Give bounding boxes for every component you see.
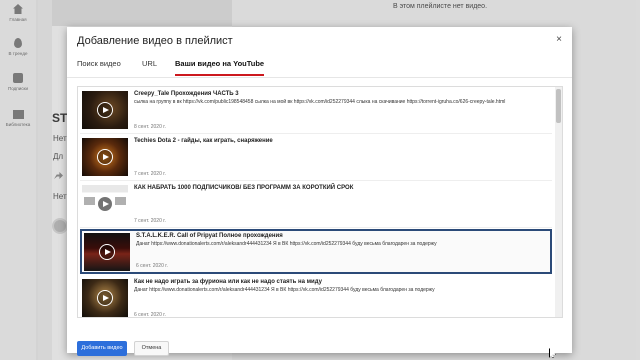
play-icon (97, 102, 113, 118)
video-list-item[interactable]: Techies Dota 2 - гайды, как играть, снар… (80, 136, 552, 181)
add-video-button[interactable]: Добавить видео (77, 341, 127, 356)
thumbnail-tile (84, 197, 95, 205)
video-thumbnail (84, 233, 130, 271)
scrollbar[interactable] (555, 87, 562, 317)
cancel-button[interactable]: Отмена (134, 341, 169, 356)
dialog-title: Добавление видео в плейлист (77, 35, 233, 47)
play-icon (97, 149, 113, 165)
video-thumbnail (82, 185, 128, 223)
video-title: Techies Dota 2 - гайды, как играть, снар… (134, 138, 273, 144)
video-list-item[interactable]: КАК НАБРАТЬ 1000 ПОДПИСЧИКОВ/ БЕЗ ПРОГРА… (80, 183, 552, 228)
video-list-item-selected[interactable]: S.T.A.L.K.E.R. Call of Pripyat Полное пр… (80, 229, 552, 274)
tab-video-search[interactable]: Поиск видео (77, 59, 121, 74)
video-date: 6 сент. 2020 г. (134, 312, 166, 318)
video-description: Данат https://www.donationalerts.com/r/a… (134, 287, 435, 293)
video-title: Как не надо играть за фуриона или как не… (134, 279, 322, 285)
play-icon (99, 244, 115, 260)
video-thumbnail (82, 138, 128, 176)
video-title: КАК НАБРАТЬ 1000 ПОДПИСЧИКОВ/ БЕЗ ПРОГРА… (134, 185, 354, 191)
scrollbar-thumb[interactable] (556, 89, 561, 123)
play-icon (97, 196, 113, 212)
video-date: 6 сент. 2020 г. (136, 263, 168, 269)
add-video-dialog: Добавление видео в плейлист × Поиск виде… (67, 27, 572, 356)
video-list-item[interactable]: Как не надо играть за фуриона или как не… (80, 277, 552, 318)
video-title: Creepy_Tale Прохождения ЧАСТЬ 3 (134, 91, 239, 97)
tab-your-youtube-videos[interactable]: Ваши видео на YouTube (175, 59, 265, 76)
play-icon (97, 290, 113, 306)
video-date: 8 сент. 2020 г. (134, 124, 166, 130)
video-thumbnail (82, 279, 128, 317)
dialog-tabs: Поиск видео URL Ваши видео на YouTube (67, 56, 572, 78)
video-description: сылка на группу в вк https://vk.com/publ… (134, 99, 506, 105)
video-list[interactable]: Creepy_Tale Прохождения ЧАСТЬ 3 сылка на… (77, 86, 563, 318)
video-description: Данат https://www.donationalerts.com/r/a… (136, 241, 437, 247)
tab-url[interactable]: URL (142, 59, 157, 74)
video-thumbnail (82, 91, 128, 129)
thumbnail-tile (115, 197, 126, 205)
video-date: 7 сент. 2020 г. (134, 171, 166, 177)
video-date: 7 сент. 2020 г. (134, 218, 166, 224)
video-list-item[interactable]: Creepy_Tale Прохождения ЧАСТЬ 3 сылка на… (80, 89, 552, 134)
video-title: S.T.A.L.K.E.R. Call of Pripyat Полное пр… (136, 233, 283, 239)
close-icon[interactable]: × (556, 35, 562, 45)
